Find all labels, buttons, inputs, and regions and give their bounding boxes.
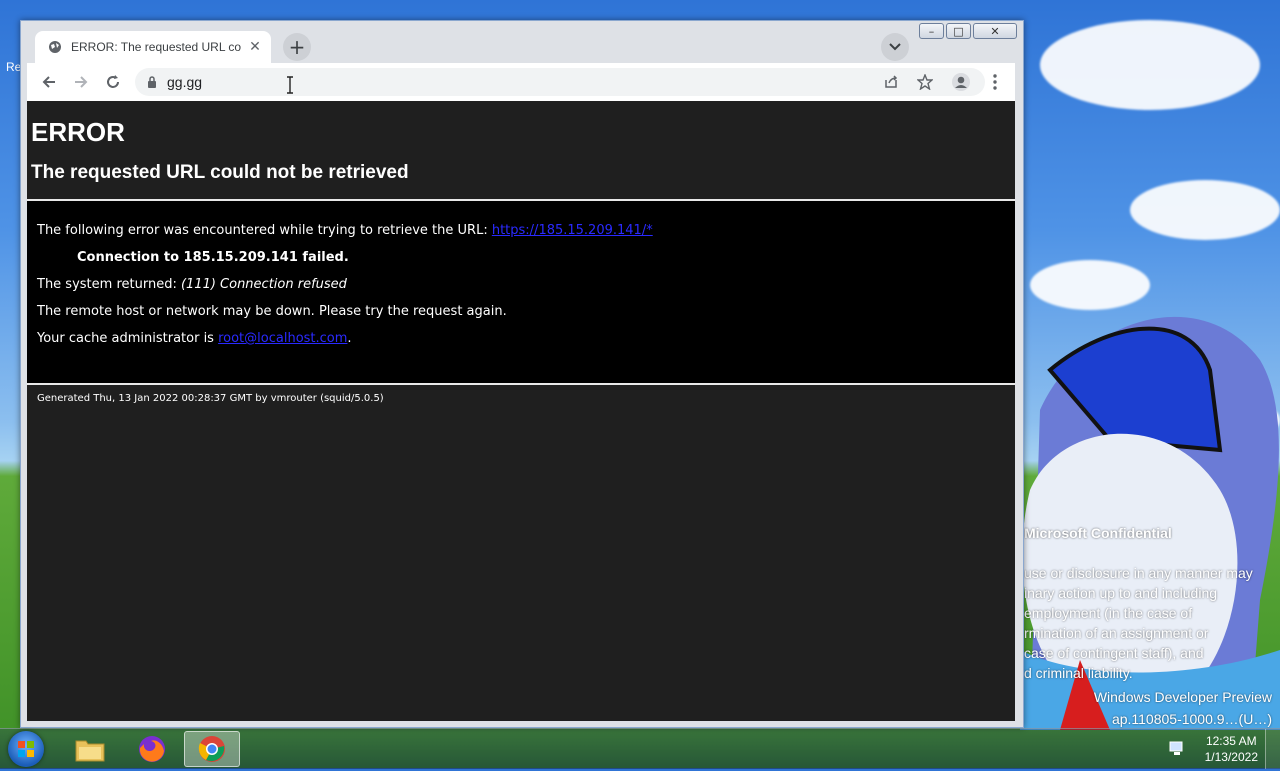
system-returned-error: (111) Connection refused bbox=[180, 277, 347, 292]
divider bbox=[27, 383, 1015, 385]
retry-advice-text: The remote host or network may be down. … bbox=[37, 304, 507, 319]
bookmark-star-button[interactable] bbox=[911, 68, 939, 96]
windows-logo-icon bbox=[18, 741, 34, 757]
reload-button[interactable] bbox=[99, 68, 127, 96]
page-subheading: The requested URL could not be retrieved bbox=[31, 162, 409, 183]
chrome-menu-button[interactable] bbox=[981, 68, 1009, 96]
connection-failed-text: Connection to 185.15.209.141 failed. bbox=[77, 250, 349, 265]
chevron-down-icon bbox=[889, 43, 901, 51]
system-returned-label: The system returned: bbox=[37, 277, 181, 292]
taskbar-clock[interactable]: 12:35 AM 1/13/2022 bbox=[1205, 733, 1258, 765]
show-desktop-button[interactable] bbox=[1265, 729, 1280, 769]
kebab-menu-icon bbox=[993, 74, 997, 90]
build-watermark: Windows Developer Preview ap.110805-1000… bbox=[1094, 686, 1272, 730]
plus-icon: + bbox=[288, 35, 306, 59]
page-heading: ERROR bbox=[31, 117, 125, 147]
watermark-title: Microsoft Confidential bbox=[1024, 525, 1172, 541]
url-text: gg.gg bbox=[167, 74, 203, 90]
taskbar: 12:35 AM 1/13/2022 bbox=[0, 728, 1280, 769]
omnibox-actions bbox=[877, 68, 939, 96]
taskbar-file-explorer[interactable] bbox=[62, 731, 118, 767]
watermark-body: use or disclosure in any manner may inar… bbox=[1024, 565, 1253, 681]
confidential-watermark: Microsoft Confidential use or disclosure… bbox=[1024, 503, 1280, 703]
clock-time: 12:35 AM bbox=[1205, 734, 1257, 748]
dev-preview-line1: Windows Developer Preview bbox=[1093, 689, 1272, 705]
page-content: ERROR The requested URL could not be ret… bbox=[27, 101, 1015, 721]
cache-admin-suffix: . bbox=[347, 331, 352, 346]
toolbar: gg.gg bbox=[27, 63, 1015, 101]
back-button[interactable] bbox=[35, 68, 63, 96]
cache-admin-label: Your cache administrator is bbox=[37, 331, 219, 346]
share-icon bbox=[885, 75, 898, 88]
folder-icon bbox=[75, 740, 105, 762]
reload-icon bbox=[107, 75, 119, 88]
start-button[interactable] bbox=[8, 731, 44, 767]
error-box: The following error was encountered whil… bbox=[27, 201, 1015, 383]
cache-admin-line: Your cache administrator is root@localho… bbox=[37, 331, 352, 346]
tab-strip: ERROR: The requested URL could not be re… bbox=[21, 21, 1023, 63]
requested-url-link[interactable]: https://185.15.209.141/* bbox=[492, 223, 653, 238]
chrome-window: – □ ✕ ERROR: The requested URL could not… bbox=[20, 20, 1024, 728]
address-bar[interactable]: gg.gg bbox=[135, 68, 985, 96]
generated-footer: Generated Thu, 13 Jan 2022 00:28:37 GMT … bbox=[37, 393, 384, 404]
globe-icon bbox=[47, 39, 63, 55]
firefox-icon bbox=[139, 736, 165, 762]
dev-preview-line2: ap.110805-1000.9…(U…) bbox=[1111, 711, 1272, 727]
system-returned-line: The system returned: (111) Connection re… bbox=[37, 277, 347, 292]
profile-icon bbox=[952, 73, 970, 91]
taskbar-chrome[interactable] bbox=[184, 731, 240, 767]
tab-title: ERROR: The requested URL could not be re… bbox=[71, 40, 241, 54]
error-line-url-text: The following error was encountered whil… bbox=[37, 223, 492, 238]
cache-admin-link[interactable]: root@localhost.com bbox=[218, 331, 347, 346]
tab-close-icon[interactable]: ✕ bbox=[247, 39, 263, 55]
arrow-right-icon bbox=[75, 76, 88, 88]
cloud bbox=[1130, 180, 1280, 240]
taskbar-firefox[interactable] bbox=[124, 731, 180, 767]
clock-date: 1/13/2022 bbox=[1204, 750, 1258, 764]
forward-button[interactable] bbox=[67, 68, 95, 96]
chrome-icon bbox=[198, 736, 225, 762]
star-icon bbox=[917, 74, 933, 90]
text-cursor-icon bbox=[287, 76, 293, 94]
arrow-left-icon bbox=[42, 76, 55, 88]
tab-search-button[interactable] bbox=[881, 33, 909, 61]
error-line-url: The following error was encountered whil… bbox=[37, 223, 653, 238]
network-icon[interactable] bbox=[1168, 739, 1186, 757]
new-tab-button[interactable]: + bbox=[283, 33, 311, 61]
tab-active[interactable]: ERROR: The requested URL could not be re… bbox=[35, 31, 271, 63]
share-button[interactable] bbox=[877, 68, 905, 96]
cloud bbox=[1040, 20, 1260, 110]
profile-button[interactable] bbox=[947, 68, 975, 96]
lock-icon bbox=[148, 76, 156, 88]
